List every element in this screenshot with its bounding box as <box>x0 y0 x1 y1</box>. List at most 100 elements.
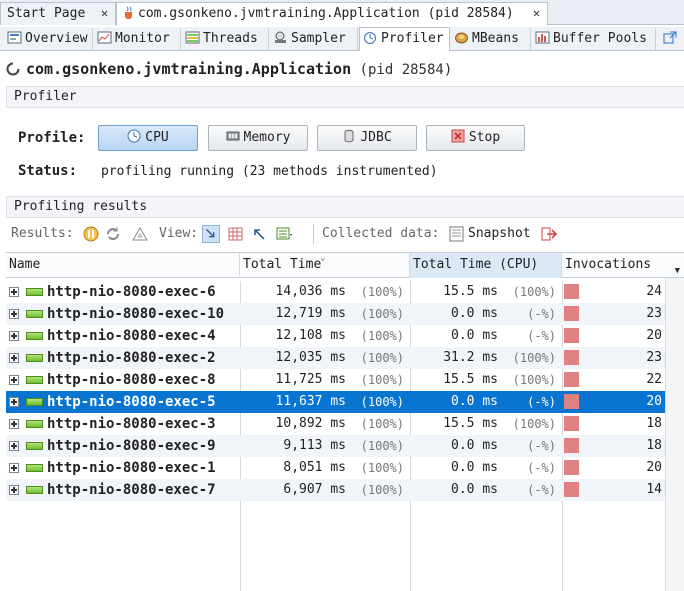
column-header-name[interactable]: Name <box>6 253 240 278</box>
cpu-button[interactable]: CPU <box>98 125 198 151</box>
pause-icon[interactable] <box>82 225 100 243</box>
invocations-bar <box>564 482 579 497</box>
tab-mbeans[interactable]: MBeans <box>451 28 531 50</box>
total-time-percent: (100%) <box>360 285 404 299</box>
vertical-scrollbar[interactable] <box>665 278 684 591</box>
settings-dropdown-icon[interactable] <box>276 225 294 243</box>
cpu-time-percent: (-%) <box>527 307 556 321</box>
total-time-percent: (100%) <box>360 351 404 365</box>
expand-icon[interactable] <box>9 463 19 473</box>
cpu-time-percent: (100%) <box>512 373 556 387</box>
table-row-selected[interactable]: http-nio-8080-exec-5 11,637 ms (100%) 0.… <box>6 391 665 413</box>
total-time-percent: (100%) <box>360 417 404 431</box>
cpu-time: 0.0 ms <box>451 306 498 321</box>
total-time: 12,719 ms <box>275 306 346 321</box>
table-row[interactable]: http-nio-8080-exec-6 14,036 ms (100%) 15… <box>6 281 665 303</box>
table-row[interactable]: http-nio-8080-exec-4 12,108 ms (100%) 0.… <box>6 325 665 347</box>
thread-name: http-nio-8080-exec-3 <box>47 416 216 432</box>
button-label: CPU <box>145 130 169 145</box>
expand-icon[interactable] <box>9 397 19 407</box>
tab-label: MBeans <box>472 31 519 46</box>
button-label: Stop <box>468 130 501 145</box>
cpu-time: 31.2 ms <box>443 350 498 365</box>
thread-icon <box>26 332 43 340</box>
thread-icon <box>26 486 43 494</box>
total-time: 12,035 ms <box>275 350 346 365</box>
tab-label: Sampler <box>291 31 346 46</box>
table-row[interactable]: http-nio-8080-exec-3 10,892 ms (100%) 15… <box>6 413 665 435</box>
thread-name: http-nio-8080-exec-10 <box>47 306 225 322</box>
close-icon[interactable]: ✕ <box>533 3 540 24</box>
expand-icon[interactable] <box>9 441 19 451</box>
invocations-count: 24 <box>646 284 662 299</box>
reset-icon[interactable] <box>131 225 149 243</box>
tab-threads[interactable]: Threads <box>182 28 269 50</box>
cpu-time-percent: (100%) <box>512 417 556 431</box>
total-time: 14,036 ms <box>275 284 346 299</box>
button-label: Memory <box>243 130 291 145</box>
memory-button[interactable]: Memory <box>208 125 308 151</box>
results-toolbar: Results: View: Collected data: Snapshot <box>6 221 684 247</box>
invocations-bar <box>564 328 579 343</box>
tab-label: Profiler <box>381 31 444 46</box>
monitor-icon <box>97 31 112 44</box>
table-row[interactable]: http-nio-8080-exec-9 9,113 ms (100%) 0.0… <box>6 435 665 457</box>
column-header-total-time-cpu[interactable]: Total Time (CPU) <box>410 253 562 278</box>
cpu-time-percent: (-%) <box>527 439 556 453</box>
stop-button[interactable]: Stop <box>426 125 525 151</box>
tab-sampler[interactable]: Sampler <box>270 28 358 50</box>
thread-name: http-nio-8080-exec-7 <box>47 482 216 498</box>
expand-icon[interactable] <box>9 485 19 495</box>
hot-spots-view-icon[interactable] <box>227 225 245 243</box>
table-row[interactable]: http-nio-8080-exec-10 12,719 ms (100%) 0… <box>6 303 665 325</box>
total-time-percent: (100%) <box>360 395 404 409</box>
thread-icon <box>26 376 43 384</box>
thread-icon <box>26 464 43 472</box>
cpu-time: 0.0 ms <box>451 482 498 497</box>
column-header-total-time[interactable]: ⌄ Total Time <box>240 253 410 278</box>
restore-window-button[interactable] <box>660 28 682 50</box>
expand-icon[interactable] <box>9 375 19 385</box>
tab-start-page[interactable]: Start Page ✕ <box>0 2 116 25</box>
table-row[interactable]: http-nio-8080-exec-2 12,035 ms (100%) 31… <box>6 347 665 369</box>
export-icon[interactable] <box>540 225 558 243</box>
table-row[interactable]: http-nio-8080-exec-7 6,907 ms (100%) 0.0… <box>6 479 665 501</box>
back-traces-view-icon[interactable] <box>250 225 268 243</box>
expand-icon[interactable] <box>9 309 19 319</box>
refresh-icon[interactable] <box>104 225 122 243</box>
expand-icon[interactable] <box>9 419 19 429</box>
call-tree-view-icon[interactable] <box>202 225 220 243</box>
profile-label: Profile: <box>18 130 86 146</box>
database-icon <box>344 129 354 143</box>
invocations-bar <box>564 350 579 365</box>
total-time: 8,051 ms <box>283 460 346 475</box>
jdbc-button[interactable]: JDBC <box>317 125 417 151</box>
expand-icon[interactable] <box>9 287 19 297</box>
cpu-time: 0.0 ms <box>451 394 498 409</box>
app-pid: (pid 28584) <box>359 62 453 78</box>
table-row[interactable]: http-nio-8080-exec-1 8,051 ms (100%) 0.0… <box>6 457 665 479</box>
thread-name: http-nio-8080-exec-1 <box>47 460 216 476</box>
invocations-bar <box>564 306 579 321</box>
tab-buffer-pools[interactable]: Buffer Pools <box>532 28 656 50</box>
tab-monitor[interactable]: Monitor <box>94 28 181 50</box>
expand-icon[interactable] <box>9 353 19 363</box>
view-label: View: <box>159 226 199 241</box>
cpu-time-percent: (-%) <box>527 461 556 475</box>
tab-profiler[interactable]: Profiler <box>359 27 450 51</box>
tab-overview[interactable]: Overview <box>4 28 93 50</box>
cpu-time: 0.0 ms <box>451 460 498 475</box>
status-label: Status: <box>18 163 78 179</box>
results-section-header: Profiling results <box>6 196 684 218</box>
snapshot-button[interactable]: Snapshot <box>446 221 534 247</box>
close-icon[interactable]: ✕ <box>101 3 108 24</box>
tab-application[interactable]: com.gsonkeno.jvmtraining.Application (pi… <box>116 2 548 26</box>
cpu-time: 0.0 ms <box>451 328 498 343</box>
buffer-pools-icon <box>535 31 550 44</box>
table-row[interactable]: http-nio-8080-exec-8 11,725 ms (100%) 15… <box>6 369 665 391</box>
invocations-count: 22 <box>646 372 662 387</box>
column-header-invocations[interactable]: Invocations ▼ <box>562 253 684 278</box>
expand-icon[interactable] <box>9 331 19 341</box>
thread-icon <box>26 288 43 296</box>
profiler-icon <box>364 32 376 44</box>
